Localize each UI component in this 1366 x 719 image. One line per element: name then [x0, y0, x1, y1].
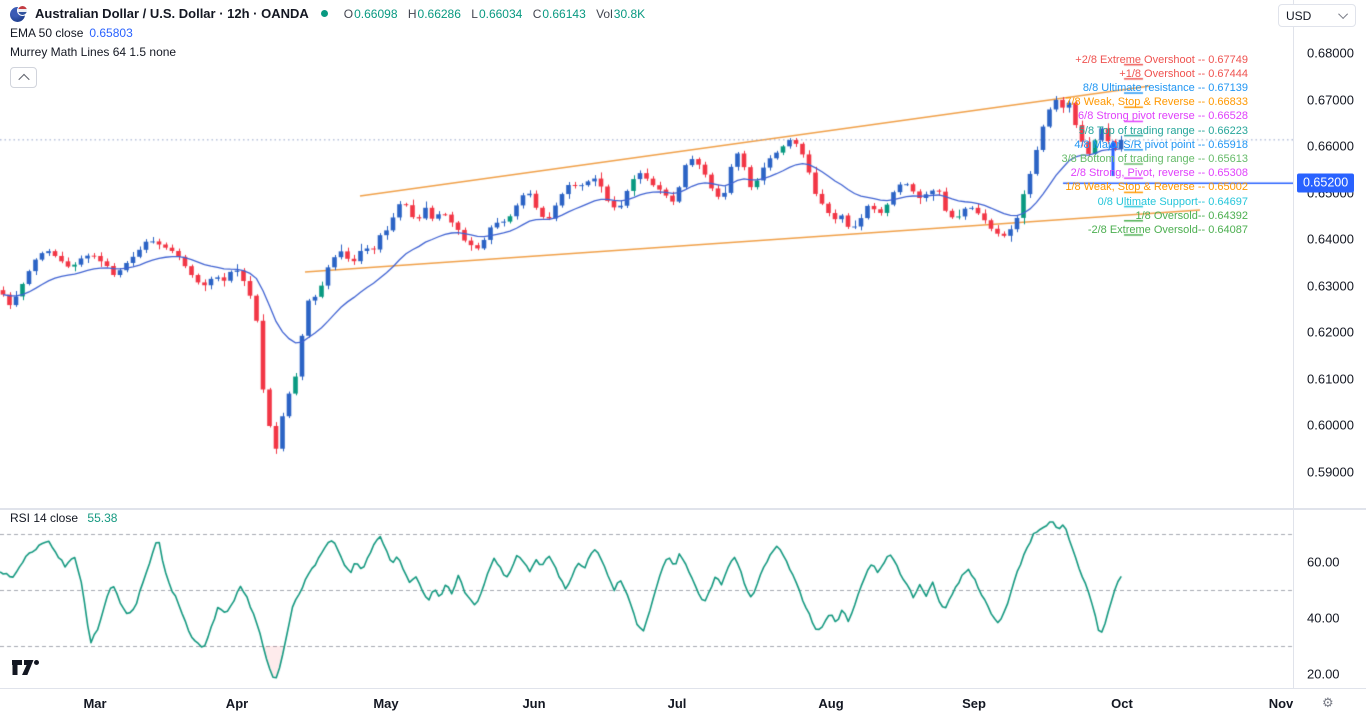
ohlc-values: O0.66098 H0.66286 L0.66034 C0.66143 Vol3…: [337, 7, 645, 21]
legend-block: Australian Dollar / U.S. Dollar · 12h · …: [10, 4, 645, 88]
market-status-dot[interactable]: [321, 10, 328, 17]
open-label: O: [344, 7, 353, 21]
volume-value: 30.8K: [614, 7, 645, 21]
price-tick-label: 0.63000: [1307, 278, 1354, 293]
symbol-title: Australian Dollar / U.S. Dollar · 12h · …: [35, 6, 309, 21]
price-tick-label: 0.60000: [1307, 418, 1354, 433]
chart-window: Australian Dollar / U.S. Dollar · 12h · …: [0, 0, 1366, 719]
volume-label: Vol: [596, 7, 613, 21]
rsi-legend-value: 55.38: [87, 511, 117, 525]
settings-gear-icon[interactable]: ⚙: [1322, 695, 1334, 711]
price-tick-label: 0.62000: [1307, 325, 1354, 340]
symbol-legend-row[interactable]: Australian Dollar / U.S. Dollar · 12h · …: [10, 4, 645, 23]
currency-dropdown-value: USD: [1286, 9, 1311, 23]
month-tick-label: Apr: [226, 696, 248, 711]
price-tick-label: 0.67000: [1307, 92, 1354, 107]
murrey-level-label: 3/8 Bottom of trading range -- 0.65613: [1061, 153, 1248, 165]
murrey-level-label: 5/8 Top of trading range -- 0.66223: [1079, 125, 1248, 137]
rsi-legend-row[interactable]: RSI 14 close 55.38: [10, 511, 117, 525]
price-tick-label: 0.66000: [1307, 139, 1354, 154]
chevron-up-icon: [18, 73, 29, 84]
ema-legend-label: EMA 50 close: [10, 26, 83, 40]
month-tick-label: Nov: [1269, 696, 1294, 711]
price-tick-label: 0.59000: [1307, 464, 1354, 479]
murrey-level-label: +2/8 Extreme Overshoot -- 0.67749: [1075, 54, 1248, 66]
low-label: L: [471, 7, 478, 21]
price-line-badge: 0.65200: [1297, 174, 1354, 193]
murrey-level-label: -2/8 Extreme Oversold-- 0.64087: [1088, 224, 1248, 236]
price-tick-label: 0.68000: [1307, 46, 1354, 61]
open-value: 0.66098: [354, 7, 397, 21]
price-axis[interactable]: 0.680000.670000.660000.650000.640000.630…: [1293, 0, 1366, 688]
chevron-down-icon: [1338, 9, 1348, 19]
month-tick-label: Oct: [1111, 696, 1133, 711]
month-tick-label: Jul: [668, 696, 687, 711]
murrey-level-label: 4/8 Major S/R pivot point -- 0.65918: [1074, 139, 1248, 151]
ema-legend-row[interactable]: EMA 50 close 0.65803: [10, 23, 645, 42]
rsi-tick-label: 40.00: [1307, 611, 1340, 626]
murrey-level-label: +1/8 Overshoot -- 0.67444: [1119, 68, 1248, 80]
collapse-legend-button[interactable]: [10, 67, 37, 88]
close-label: C: [533, 7, 542, 21]
murrey-legend-label: Murrey Math Lines 64 1.5 none: [10, 45, 176, 59]
ema-legend-value: 0.65803: [89, 26, 132, 40]
low-value: 0.66034: [479, 7, 522, 21]
high-value: 0.66286: [418, 7, 461, 21]
month-tick-label: Sep: [962, 696, 986, 711]
price-tick-label: 0.61000: [1307, 371, 1354, 386]
rsi-tick-label: 20.00: [1307, 667, 1340, 682]
murrey-level-label: 0/8 Ultimate Support-- 0.64697: [1098, 196, 1248, 208]
murrey-legend-row[interactable]: Murrey Math Lines 64 1.5 none: [10, 42, 645, 61]
tradingview-logo[interactable]: [11, 659, 41, 676]
month-tick-label: May: [373, 696, 398, 711]
currency-dropdown[interactable]: USD: [1278, 4, 1356, 27]
murrey-level-label: 8/8 Ultimate resistance -- 0.67139: [1083, 82, 1248, 94]
murrey-level-label: 1/8 Oversold-- 0.64392: [1135, 210, 1248, 222]
price-tick-label: 0.64000: [1307, 232, 1354, 247]
murrey-level-label: 2/8 Strong, Pivot, reverse -- 0.65308: [1071, 167, 1248, 179]
murrey-level-label: 6/8 Strong pivot reverse -- 0.66528: [1078, 110, 1248, 122]
murrey-level-label: 7/8 Weak, Stop & Reverse -- 0.66833: [1065, 96, 1248, 108]
rsi-tick-label: 60.00: [1307, 555, 1340, 570]
time-axis[interactable]: Mar Apr May Jun Jul Aug Sep Oct Nov: [0, 688, 1366, 719]
pair-icon: [10, 5, 28, 23]
pane-divider[interactable]: [0, 508, 1366, 510]
month-tick-label: Jun: [522, 696, 545, 711]
rsi-legend-label: RSI 14 close: [10, 511, 78, 525]
month-tick-label: Mar: [83, 696, 106, 711]
close-value: 0.66143: [542, 7, 585, 21]
month-tick-label: Aug: [818, 696, 843, 711]
murrey-level-label: 1/8 Weak, Stop & Reverse -- 0.65002: [1065, 181, 1248, 193]
high-label: H: [408, 7, 417, 21]
